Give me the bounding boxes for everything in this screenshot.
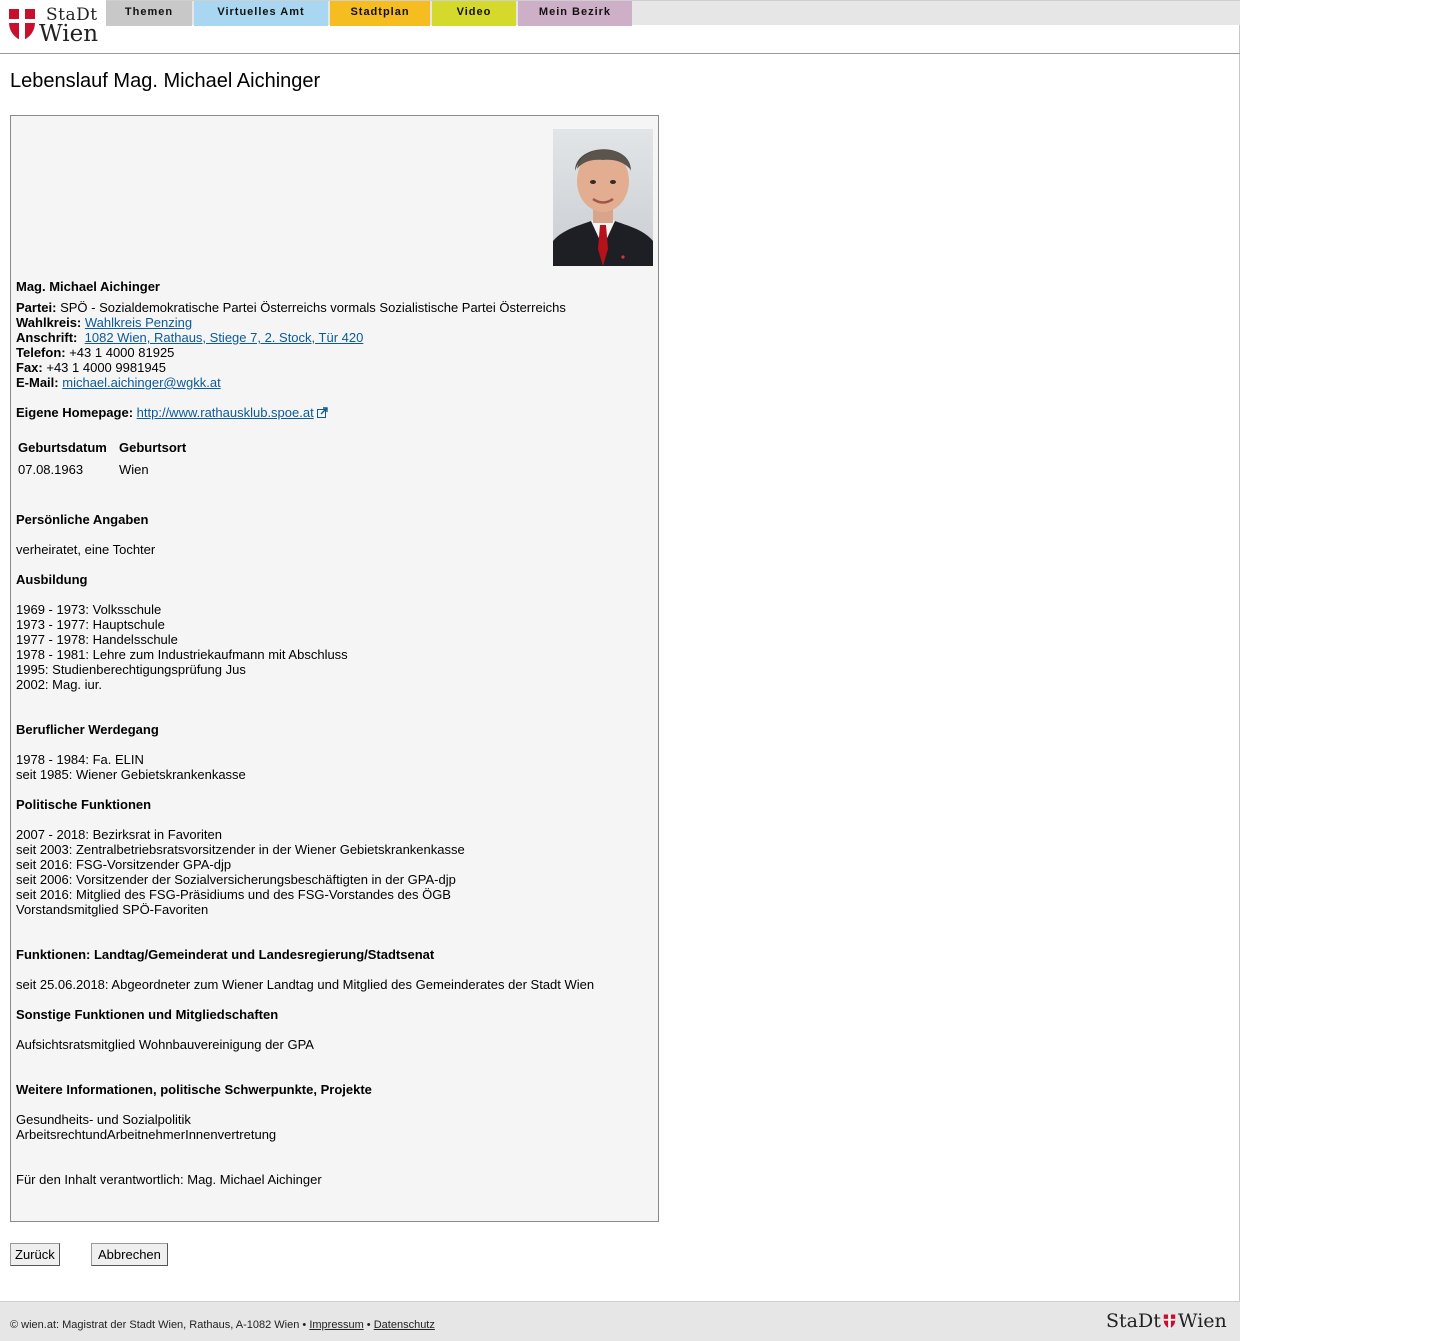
list-item: 1995: Studienberechtigungsprüfung Jus bbox=[16, 662, 246, 677]
birthdate-header: Geburtsdatum bbox=[18, 440, 107, 455]
nav-tab-virtuelles-amt[interactable]: Virtuelles Amt bbox=[194, 1, 328, 26]
birthdate-value: 07.08.1963 bbox=[18, 462, 84, 477]
top-navigation: Themen Virtuelles Amt Stadtplan Video Me… bbox=[106, 0, 1240, 26]
wien-shield-icon bbox=[1163, 1314, 1176, 1329]
header: StaDt Wien Themen Virtuelles Amt Stadtpl… bbox=[0, 0, 1240, 54]
list-item: seit 2016: FSG-Vorsitzender GPA-djp bbox=[16, 857, 232, 872]
nav-tab-stadtplan[interactable]: Stadtplan bbox=[330, 1, 430, 26]
fax-row: Fax: +43 1 4000 9981945 bbox=[16, 360, 166, 375]
responsible-note: Für den Inhalt verantwortlich: Mag. Mich… bbox=[16, 1172, 322, 1187]
biography-panel: Mag. Michael Aichinger Partei: SPÖ - Soz… bbox=[10, 115, 659, 1222]
list-item: 1973 - 1977: Hauptschule bbox=[16, 617, 165, 632]
person-name: Mag. Michael Aichinger bbox=[16, 279, 160, 294]
district-label: Wahlkreis: bbox=[16, 315, 82, 330]
section-heading-further: Weitere Informationen, politische Schwer… bbox=[16, 1082, 372, 1097]
page: StaDt Wien Themen Virtuelles Amt Stadtpl… bbox=[0, 0, 1240, 1341]
email-link[interactable]: michael.aichinger@wgkk.at bbox=[62, 375, 220, 390]
nav-tab-themen[interactable]: Themen bbox=[106, 1, 192, 26]
list-item: 1969 - 1973: Volksschule bbox=[16, 602, 162, 617]
party-label: Partei: bbox=[16, 300, 57, 315]
stadt-wien-logo[interactable]: StaDt Wien bbox=[6, 5, 102, 47]
section-heading-personal: Persönliche Angaben bbox=[16, 512, 149, 527]
phone-value: +43 1 4000 81925 bbox=[69, 345, 175, 360]
list-item: 2002: Mag. iur. bbox=[16, 677, 102, 692]
address-label: Anschrift: bbox=[16, 330, 78, 345]
list-item: Aufsichtsratsmitglied Wohnbauvereinigung… bbox=[16, 1037, 314, 1052]
section-career-lines: 1978 - 1984: Fa. ELIN seit 1985: Wiener … bbox=[16, 752, 246, 782]
imprint-link[interactable]: Impressum bbox=[309, 1319, 363, 1331]
phone-row: Telefon: +43 1 4000 81925 bbox=[16, 345, 174, 360]
list-item: ArbeitsrechtundArbeitnehmerInnenvertretu… bbox=[16, 1127, 277, 1142]
homepage-link[interactable]: http://www.rathausklub.spoe.at bbox=[137, 405, 314, 420]
section-education-lines: 1969 - 1973: Volksschule 1973 - 1977: Ha… bbox=[16, 602, 348, 692]
footer-text: © wien.at: Magistrat der Stadt Wien, Rat… bbox=[10, 1319, 435, 1331]
list-item: seit 2006: Vorsitzender der Sozialversic… bbox=[16, 872, 456, 887]
privacy-link[interactable]: Datenschutz bbox=[374, 1319, 435, 1331]
party-row: Partei: SPÖ - Sozialdemokratische Partei… bbox=[16, 300, 566, 315]
nav-tab-mein-bezirk[interactable]: Mein Bezirk bbox=[518, 1, 632, 26]
footer-copyright: © wien.at: Magistrat der Stadt Wien, Rat… bbox=[10, 1319, 307, 1331]
homepage-label: Eigene Homepage: bbox=[16, 405, 134, 420]
birthplace-header: Geburtsort bbox=[119, 440, 187, 455]
logo-text-wien: Wien bbox=[39, 21, 99, 47]
section-political-lines: 2007 - 2018: Bezirksrat in Favoriten sei… bbox=[16, 827, 465, 917]
section-personal-lines: verheiratet, eine Tochter bbox=[16, 542, 155, 557]
phone-label: Telefon: bbox=[16, 345, 66, 360]
list-item: seit 2016: Mitglied des FSG-Präsidiums u… bbox=[16, 887, 451, 902]
list-item: seit 25.06.2018: Abgeordneter zum Wiener… bbox=[16, 977, 595, 992]
section-heading-education: Ausbildung bbox=[16, 572, 88, 587]
list-item: 1978 - 1984: Fa. ELIN bbox=[16, 752, 144, 767]
address-link[interactable]: 1082 Wien, Rathaus, Stiege 7, 2. Stock, … bbox=[85, 330, 364, 345]
address-row: Anschrift: 1082 Wien, Rathaus, Stiege 7,… bbox=[16, 330, 363, 345]
cancel-button[interactable]: Abbrechen bbox=[91, 1243, 168, 1266]
section-heading-other: Sonstige Funktionen und Mitgliedschaften bbox=[16, 1007, 279, 1022]
email-row: E-Mail: michael.aichinger@wgkk.at bbox=[16, 375, 221, 390]
list-item: Gesundheits- und Sozialpolitik bbox=[16, 1112, 191, 1127]
footer: © wien.at: Magistrat der Stadt Wien, Rat… bbox=[0, 1301, 1240, 1341]
section-functions-lines: seit 25.06.2018: Abgeordneter zum Wiener… bbox=[16, 977, 594, 992]
footer-separator: • bbox=[366, 1319, 371, 1331]
back-button[interactable]: Zurück bbox=[10, 1243, 60, 1266]
list-item: seit 1985: Wiener Gebietskrankenkasse bbox=[16, 767, 246, 782]
portrait-photo bbox=[553, 129, 653, 266]
page-title: Lebenslauf Mag. Michael Aichinger bbox=[10, 70, 321, 92]
fax-value: +43 1 4000 9981945 bbox=[46, 360, 167, 375]
email-label: E-Mail: bbox=[16, 375, 59, 390]
list-item: 1977 - 1978: Handelsschule bbox=[16, 632, 178, 647]
homepage-row: Eigene Homepage: http://www.rathausklub.… bbox=[16, 405, 328, 420]
birthplace-value: Wien bbox=[119, 462, 149, 477]
nav-tab-video[interactable]: Video bbox=[432, 1, 516, 26]
party-value: SPÖ - Sozialdemokratische Partei Österre… bbox=[60, 300, 566, 315]
external-link-icon bbox=[316, 407, 328, 418]
fax-label: Fax: bbox=[16, 360, 43, 375]
section-heading-political: Politische Funktionen bbox=[16, 797, 152, 812]
district-row: Wahlkreis: Wahlkreis Penzing bbox=[16, 315, 192, 330]
list-item: seit 2003: Zentralbetriebsratsvorsitzend… bbox=[16, 842, 465, 857]
district-link[interactable]: Wahlkreis Penzing bbox=[85, 315, 192, 330]
wien-shield-icon bbox=[9, 9, 35, 41]
footer-stadt-wien-logo[interactable]: StaDt Wien bbox=[1106, 1310, 1232, 1334]
section-further-lines: Gesundheits- und Sozialpolitik Arbeitsre… bbox=[16, 1112, 276, 1142]
list-item: verheiratet, eine Tochter bbox=[16, 542, 156, 557]
footer-logo-text-wien: Wien bbox=[1178, 1310, 1227, 1332]
list-item: Vorstandsmitglied SPÖ-Favoriten bbox=[16, 902, 209, 917]
list-item: 2007 - 2018: Bezirksrat in Favoriten bbox=[16, 827, 222, 842]
section-other-lines: Aufsichtsratsmitglied Wohnbauvereinigung… bbox=[16, 1037, 314, 1052]
list-item: 1978 - 1981: Lehre zum Industriekaufmann… bbox=[16, 647, 348, 662]
section-heading-functions: Funktionen: Landtag/Gemeinderat und Land… bbox=[16, 947, 435, 962]
section-heading-career: Beruflicher Werdegang bbox=[16, 722, 159, 737]
footer-logo-text-stadt: StaDt bbox=[1106, 1310, 1161, 1332]
